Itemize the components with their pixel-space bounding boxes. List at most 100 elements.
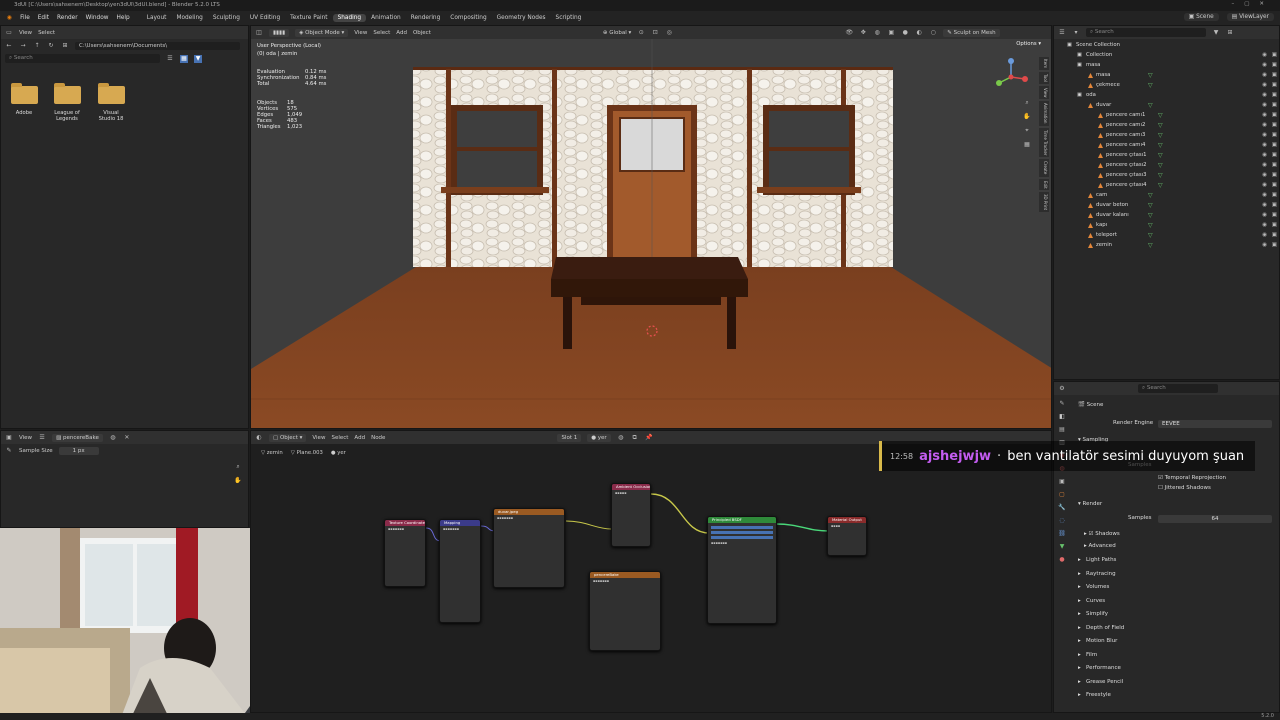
scene-selector[interactable]: ▣ Scene bbox=[1183, 13, 1219, 21]
render-camera-icon[interactable]: ▣ bbox=[1272, 162, 1277, 168]
editor-type-icon[interactable]: ▭ bbox=[5, 29, 13, 37]
parent-dir-icon[interactable]: ↑ bbox=[33, 42, 41, 50]
window-controls[interactable]: –▢✕ bbox=[1231, 1, 1274, 7]
outliner-row[interactable]: ▣ masa ◉ ▣ bbox=[1054, 61, 1279, 71]
filter-icon[interactable]: ▼ bbox=[1212, 29, 1220, 37]
blender-logo-icon[interactable]: ◉ bbox=[3, 15, 16, 21]
constraint-tab-icon[interactable]: ⛓ bbox=[1058, 530, 1066, 538]
property-section-header[interactable]: ▸ Raytracing bbox=[1078, 571, 1274, 583]
display-grid-icon[interactable]: ▦ bbox=[180, 54, 188, 63]
visibility-eye-icon[interactable]: ◉ bbox=[1262, 172, 1267, 178]
render-camera-icon[interactable]: ▣ bbox=[1272, 192, 1277, 198]
tab-geometry-nodes[interactable]: Geometry Nodes bbox=[492, 14, 551, 22]
options-dropdown[interactable]: Options ▾ bbox=[1016, 41, 1041, 47]
render-camera-icon[interactable]: ▣ bbox=[1272, 52, 1277, 58]
mesh-data-icon[interactable]: ▽ bbox=[1158, 132, 1163, 139]
sidebar-tab[interactable]: View bbox=[1039, 85, 1049, 100]
tab-compositing[interactable]: Compositing bbox=[445, 14, 491, 22]
node-material-output[interactable]: Material Output ▪▪▪▪ bbox=[827, 516, 867, 556]
fb-menu-view[interactable]: View bbox=[19, 30, 32, 36]
mesh-data-icon[interactable]: ▽ bbox=[1148, 192, 1153, 199]
visibility-eye-icon[interactable]: ◉ bbox=[1262, 92, 1267, 98]
file-search-input[interactable]: ⌕ Search bbox=[5, 54, 160, 63]
visibility-eye-icon[interactable]: ◉ bbox=[1262, 102, 1267, 108]
editor-type-icon[interactable]: ▣ bbox=[5, 434, 13, 442]
render-camera-icon[interactable]: ▣ bbox=[1272, 92, 1277, 98]
visibility-eye-icon[interactable]: ◉ bbox=[1262, 52, 1267, 58]
section-render[interactable]: ▾ Render bbox=[1078, 501, 1274, 513]
tab-modeling[interactable]: Modeling bbox=[171, 14, 207, 22]
menu-file[interactable]: File bbox=[16, 15, 34, 21]
perspective-grid-icon[interactable]: ▦ bbox=[1023, 141, 1031, 149]
property-section-header[interactable]: ▸ Curves bbox=[1078, 598, 1274, 610]
menu-icon[interactable]: ☰ bbox=[38, 434, 46, 442]
tab-uv-editing[interactable]: UV Editing bbox=[245, 14, 285, 22]
outliner-row[interactable]: masa ▽ ◉ ▣ bbox=[1054, 71, 1279, 81]
pan-hand-icon[interactable]: ✋ bbox=[1023, 113, 1031, 121]
data-tab-icon[interactable]: ▼ bbox=[1058, 543, 1066, 551]
visibility-eye-icon[interactable]: ◉ bbox=[1262, 152, 1267, 158]
outliner-row[interactable]: ▣ Collection ◉ ▣ bbox=[1054, 51, 1279, 61]
pan-hand-icon[interactable]: ✋ bbox=[234, 477, 242, 485]
section-advanced[interactable]: ▸ Advanced bbox=[1078, 543, 1274, 555]
property-section-header[interactable]: ▸ Grease Pencil bbox=[1078, 679, 1274, 691]
sample-size-field[interactable]: 1 px bbox=[58, 446, 99, 455]
outliner-row[interactable]: cam ▽ ◉ ▣ bbox=[1054, 191, 1279, 201]
outliner-row[interactable]: ▣ oda ◉ ▣ bbox=[1054, 91, 1279, 101]
xray-icon[interactable]: ▣ bbox=[887, 29, 895, 37]
render-camera-icon[interactable]: ▣ bbox=[1272, 182, 1277, 188]
outliner-row[interactable]: duvar kalanı ▽ ◉ ▣ bbox=[1054, 211, 1279, 221]
render-camera-icon[interactable]: ▣ bbox=[1272, 232, 1277, 238]
select-mode-buttons[interactable]: ▮▮▮▮ bbox=[269, 28, 290, 37]
visibility-eye-icon[interactable]: ◉ bbox=[1262, 142, 1267, 148]
eyedropper-icon[interactable]: ✎ bbox=[5, 447, 13, 455]
snap-icon[interactable]: ⊡ bbox=[651, 29, 659, 37]
pivot-icon[interactable]: ⊙ bbox=[637, 29, 645, 37]
viewport-scene[interactable]: User Perspective (Local) (0) oda | zemin… bbox=[251, 39, 1051, 428]
render-camera-icon[interactable]: ▣ bbox=[1272, 242, 1277, 248]
render-camera-icon[interactable]: ▣ bbox=[1272, 142, 1277, 148]
sidebar-tab[interactable]: Item bbox=[1039, 57, 1049, 71]
render-camera-icon[interactable]: ▣ bbox=[1272, 152, 1277, 158]
visibility-eye-icon[interactable]: ◉ bbox=[1262, 182, 1267, 188]
tab-texture-paint[interactable]: Texture Paint bbox=[285, 14, 332, 22]
node-image-texture[interactable]: duvar.jpeg ▪▪▪▪▪▪▪ bbox=[493, 508, 565, 588]
outliner-row[interactable]: pencere camı2 ▽ ◉ ▣ bbox=[1054, 121, 1279, 131]
outliner-row[interactable]: ▣ Scene Collection bbox=[1054, 41, 1279, 51]
visibility-eye-icon[interactable]: ◉ bbox=[1262, 72, 1267, 78]
mesh-data-icon[interactable]: ▽ bbox=[1148, 212, 1153, 219]
transform-orientation[interactable]: ⊕ Global ▾ bbox=[603, 30, 631, 36]
image-selector[interactable]: ▨ pencereBake bbox=[52, 433, 103, 442]
mesh-data-icon[interactable]: ▽ bbox=[1148, 222, 1153, 229]
outliner-row[interactable]: pencere camı4 ▽ ◉ ▣ bbox=[1054, 141, 1279, 151]
fake-user-icon[interactable]: ◍ bbox=[109, 434, 117, 442]
mesh-data-icon[interactable]: ▽ bbox=[1158, 162, 1163, 169]
mesh-data-icon[interactable]: ▽ bbox=[1158, 182, 1163, 189]
tab-layout[interactable]: Layout bbox=[142, 14, 172, 22]
back-icon[interactable]: ← bbox=[5, 42, 13, 50]
vp-menu-select[interactable]: Select bbox=[373, 30, 390, 36]
visibility-eye-icon[interactable]: ◉ bbox=[1262, 232, 1267, 238]
path-field[interactable]: C:\Users\sahsenem\Documents\ bbox=[75, 41, 240, 50]
node-principled-bsdf[interactable]: Principled BSDF ▪▪▪▪▪▪▪ bbox=[707, 516, 777, 624]
menu-render[interactable]: Render bbox=[53, 15, 82, 21]
node-mapping[interactable]: Mapping ▪▪▪▪▪▪▪ bbox=[439, 519, 481, 623]
tool-tab-icon[interactable]: ✎ bbox=[1058, 400, 1066, 408]
menu-edit[interactable]: Edit bbox=[34, 15, 53, 21]
sidebar-tab[interactable]: Animation bbox=[1039, 101, 1049, 126]
render-camera-icon[interactable]: ▣ bbox=[1272, 172, 1277, 178]
node-ambient-occlusion[interactable]: Ambient Occlusion ▪▪▪▪▪ bbox=[611, 483, 651, 547]
visibility-eye-icon[interactable]: ◉ bbox=[1262, 192, 1267, 198]
navigation-gizmo[interactable] bbox=[991, 57, 1031, 97]
tab-animation[interactable]: Animation bbox=[366, 14, 406, 22]
sidebar-tab[interactable]: Tool bbox=[1039, 72, 1049, 84]
mesh-data-icon[interactable]: ▽ bbox=[1158, 152, 1163, 159]
property-section-header[interactable]: ▸ Motion Blur bbox=[1078, 638, 1274, 650]
editor-type-icon[interactable]: ☰ bbox=[1058, 29, 1066, 37]
editor-type-icon[interactable]: ⚙ bbox=[1058, 385, 1066, 393]
properties-search-input[interactable]: ⌕ Search bbox=[1138, 384, 1218, 393]
tab-rendering[interactable]: Rendering bbox=[406, 14, 446, 22]
outliner-row[interactable]: duvar ▽ ◉ ▣ bbox=[1054, 101, 1279, 111]
mesh-data-icon[interactable]: ▽ bbox=[1158, 112, 1163, 119]
render-camera-icon[interactable]: ▣ bbox=[1272, 102, 1277, 108]
